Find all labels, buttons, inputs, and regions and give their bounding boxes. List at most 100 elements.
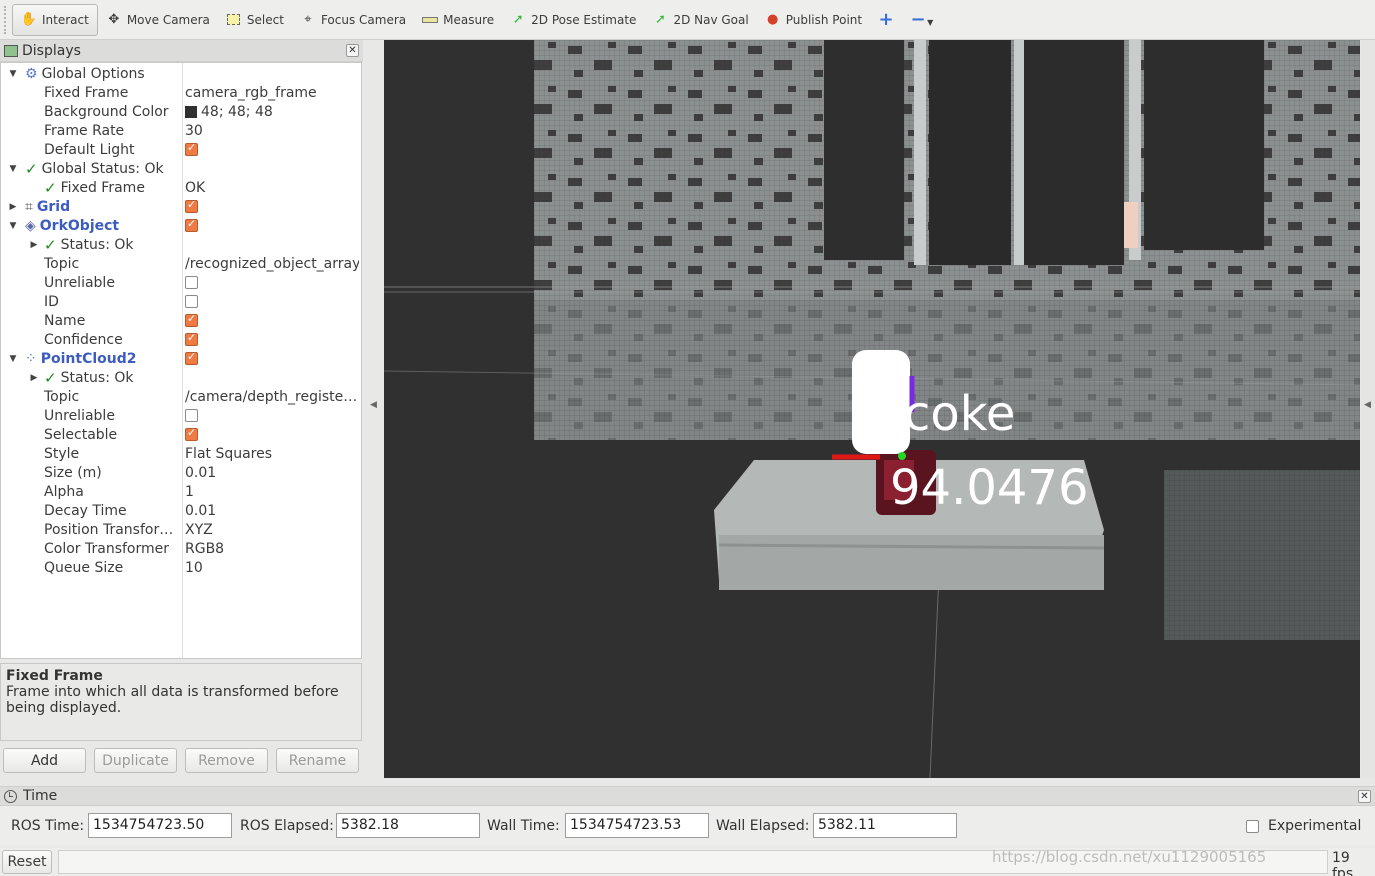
tree-row-background-color[interactable]: Background Color 48; 48; 48 [1, 102, 361, 121]
collapse-right-icon[interactable]: ◀ [1364, 400, 1371, 410]
duplicate-button[interactable]: Duplicate [94, 748, 177, 773]
pc2-queue-size-value[interactable]: 10 [185, 560, 359, 576]
ros-time-field[interactable]: 1534754723.50 [88, 813, 232, 838]
pc2-position-transformer-value[interactable]: XYZ [185, 522, 359, 538]
tree-row-pc2-queue-size[interactable]: Queue Size 10 [1, 558, 361, 577]
display-buttons: Add Duplicate Remove Rename [0, 748, 363, 774]
expand-right-icon[interactable]: ▶ [8, 202, 18, 212]
tree-row-grid[interactable]: ▶ ⌗ Grid [1, 197, 361, 216]
tool-publish-point[interactable]: ● Publish Point [757, 4, 870, 36]
displays-panel: Displays ✕ ▼ ⚙ Global Options Fixed Fram… [0, 40, 363, 778]
pc2-topic-value[interactable]: /camera/depth_registe… [185, 389, 359, 405]
pointcloud2-enabled-checkbox[interactable] [185, 352, 198, 365]
tree-row-ork-confidence[interactable]: Confidence [1, 330, 361, 349]
remove-tool-button[interactable]: − ▼ [902, 4, 941, 36]
tree-row-pointcloud2[interactable]: ▼ ⁘ PointCloud2 [1, 349, 361, 368]
default-light-checkbox[interactable] [185, 143, 198, 156]
tree-row-pc2-selectable[interactable]: Selectable [1, 425, 361, 444]
tree-row-ork-unreliable[interactable]: Unreliable [1, 273, 361, 292]
wall-time-field[interactable]: 1534754723.53 [565, 813, 709, 838]
pc2-color-transformer-value[interactable]: RGB8 [185, 541, 359, 557]
ork-topic-value[interactable]: /recognized_object_array [185, 256, 359, 272]
tree-row-default-light[interactable]: Default Light [1, 140, 361, 159]
point-cloud-scene: coke 94.0476 [384, 40, 1360, 778]
tree-row-fixed-frame[interactable]: Fixed Frame camera_rgb_frame [1, 83, 361, 102]
close-icon[interactable]: ✕ [346, 44, 359, 57]
tree-row-pc2-style[interactable]: Style Flat Squares [1, 444, 361, 463]
tree-row-pc2-position-transformer[interactable]: Position Transfor… XYZ [1, 520, 361, 539]
rename-button[interactable]: Rename [276, 748, 359, 773]
ork-name-checkbox[interactable] [185, 314, 198, 327]
pc2-selectable-checkbox[interactable] [185, 428, 198, 441]
wall-elapsed-field[interactable]: 5382.11 [813, 813, 957, 838]
hand-icon: ✋ [20, 12, 38, 27]
tree-row-ork-topic[interactable]: Topic /recognized_object_array [1, 254, 361, 273]
experimental-checkbox[interactable] [1246, 820, 1259, 833]
expand-down-icon[interactable]: ▼ [8, 164, 18, 174]
pc2-alpha-value[interactable]: 1 [185, 484, 359, 500]
object-confidence-label: 94.0476 [890, 460, 1089, 516]
expand-right-icon[interactable]: ▶ [29, 373, 39, 383]
tool-move-camera[interactable]: ✥ Move Camera [98, 4, 218, 36]
close-icon[interactable]: ✕ [1358, 789, 1371, 803]
tree-row-pc2-size[interactable]: Size (m) 0.01 [1, 463, 361, 482]
experimental-label: Experimental [1268, 818, 1362, 834]
tree-row-pc2-decay[interactable]: Decay Time 0.01 [1, 501, 361, 520]
ork-unreliable-checkbox[interactable] [185, 276, 198, 289]
tree-row-pc2-status[interactable]: ▶ ✓ Status: Ok [1, 368, 361, 387]
ros-time-label: ROS Time: [11, 818, 85, 834]
render-3d-view[interactable]: coke 94.0476 [384, 40, 1360, 778]
checkmark-icon: ✓ [44, 178, 57, 197]
property-help-box: Fixed Frame Frame into which all data is… [0, 663, 362, 741]
tree-row-ork-id[interactable]: ID [1, 292, 361, 311]
frame-rate-value[interactable]: 30 [185, 123, 359, 139]
time-title-bar: Time ✕ [0, 786, 1375, 806]
tool-focus-camera[interactable]: ⌖ Focus Camera [292, 4, 414, 36]
floor-points [1164, 470, 1360, 640]
expand-right-icon[interactable]: ▶ [29, 240, 39, 250]
collapse-left-icon[interactable]: ◀ [370, 400, 377, 410]
tree-row-orkobject[interactable]: ▼ ◈ OrkObject [1, 216, 361, 235]
tree-row-pc2-topic[interactable]: Topic /camera/depth_registe… [1, 387, 361, 406]
tool-2d-nav-goal[interactable]: ➚ 2D Nav Goal [644, 4, 756, 36]
remove-button[interactable]: Remove [185, 748, 268, 773]
tree-row-frame-rate[interactable]: Frame Rate 30 [1, 121, 361, 140]
toolbar-grip[interactable] [4, 5, 10, 34]
orkobject-enabled-checkbox[interactable] [185, 219, 198, 232]
reset-button[interactable]: Reset [2, 850, 52, 874]
fixed-frame-value[interactable]: camera_rgb_frame [185, 85, 359, 101]
skin-patch [1124, 202, 1138, 248]
clock-icon [4, 789, 17, 803]
tree-row-status-fixed-frame[interactable]: ✓ Fixed Frame OK [1, 178, 361, 197]
dropdown-arrow-icon: ▼ [927, 18, 934, 27]
background-color-value[interactable]: 48; 48; 48 [185, 104, 359, 120]
expand-down-icon[interactable]: ▼ [8, 69, 18, 79]
tree-row-global-options[interactable]: ▼ ⚙ Global Options [1, 64, 361, 83]
tree-row-global-status[interactable]: ▼ ✓ Global Status: Ok [1, 159, 361, 178]
add-button[interactable]: Add [3, 748, 86, 773]
pc2-size-value[interactable]: 0.01 [185, 465, 359, 481]
tool-select[interactable]: Select [218, 4, 292, 36]
expand-down-icon[interactable]: ▼ [8, 354, 18, 364]
ork-id-checkbox[interactable] [185, 295, 198, 308]
tree-row-ork-status[interactable]: ▶ ✓ Status: Ok [1, 235, 361, 254]
tree-row-ork-name[interactable]: Name [1, 311, 361, 330]
tool-measure[interactable]: Measure [414, 4, 502, 36]
ork-confidence-checkbox[interactable] [185, 333, 198, 346]
panel-title: Time [23, 788, 58, 804]
pc2-decay-value[interactable]: 0.01 [185, 503, 359, 519]
expand-down-icon[interactable]: ▼ [8, 221, 18, 231]
tool-interact[interactable]: ✋ Interact [12, 3, 98, 36]
row-label: Size (m) [44, 464, 102, 481]
tree-row-pc2-alpha[interactable]: Alpha 1 [1, 482, 361, 501]
tree-row-pc2-unreliable[interactable]: Unreliable [1, 406, 361, 425]
row-label: Frame Rate [44, 122, 125, 139]
grid-enabled-checkbox[interactable] [185, 200, 198, 213]
tool-2d-pose-estimate[interactable]: ➚ 2D Pose Estimate [502, 4, 644, 36]
pc2-unreliable-checkbox[interactable] [185, 409, 198, 422]
row-label: Topic [44, 255, 80, 272]
ros-elapsed-field[interactable]: 5382.18 [336, 813, 480, 838]
tree-row-pc2-color-transformer[interactable]: Color Transformer RGB8 [1, 539, 361, 558]
add-tool-button[interactable]: + [870, 4, 902, 36]
pc2-style-value[interactable]: Flat Squares [185, 446, 359, 462]
